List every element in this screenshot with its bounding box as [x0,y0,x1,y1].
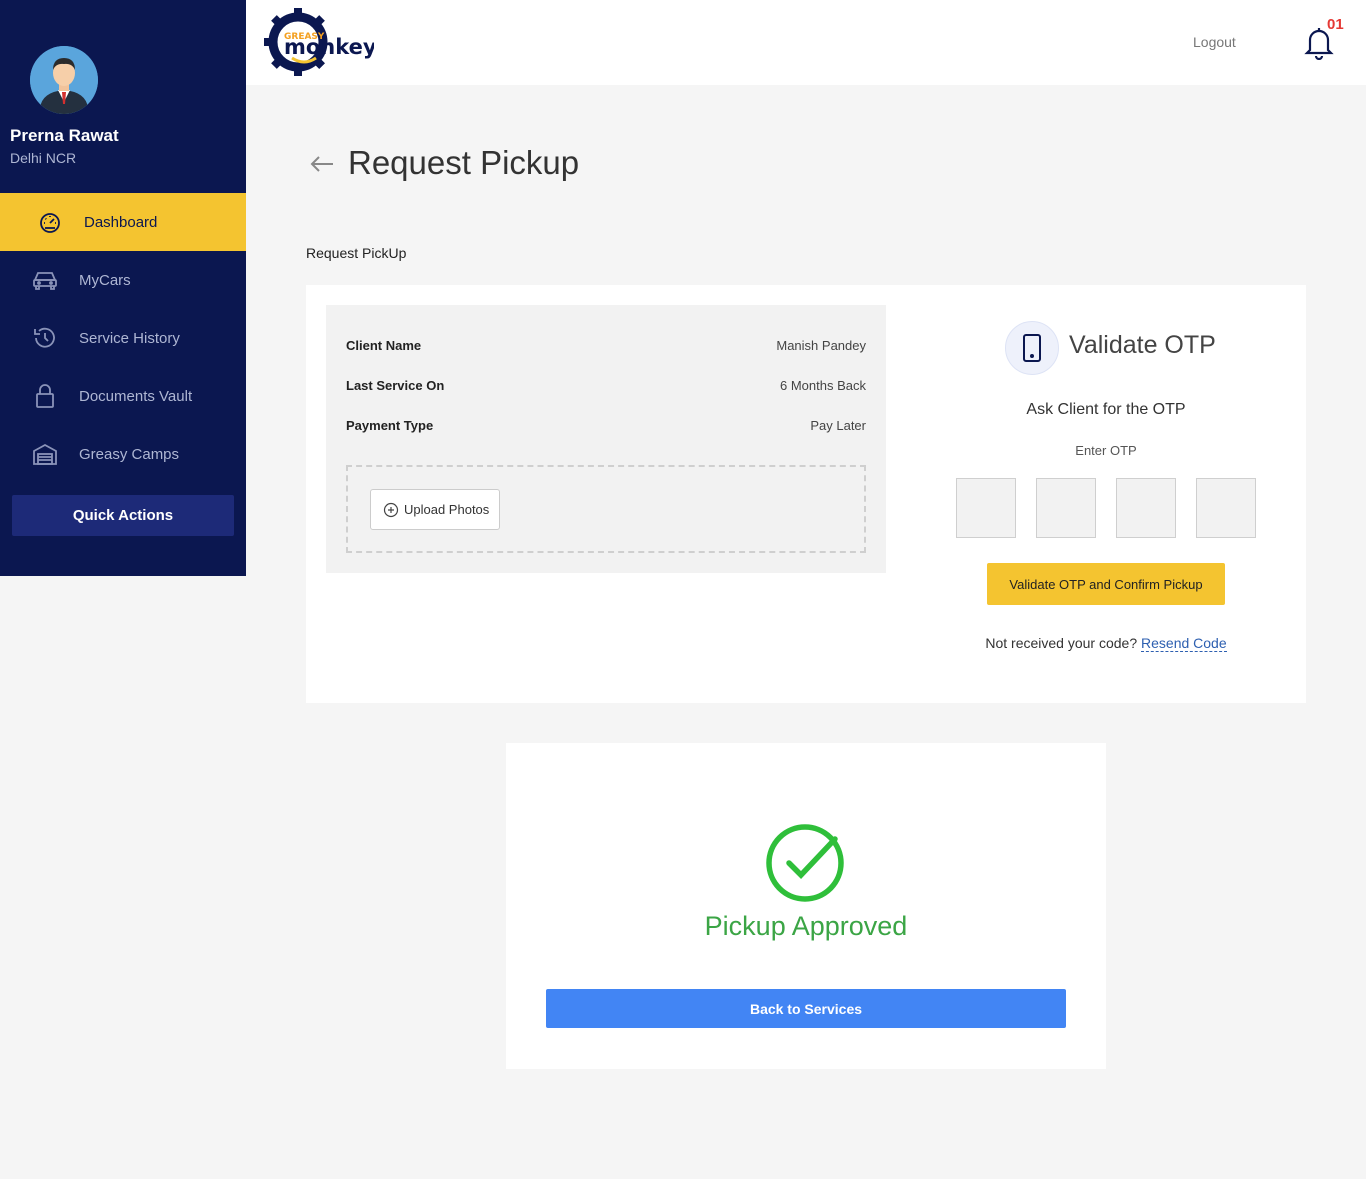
upload-dropzone[interactable]: Upload Photos [346,465,866,553]
section-label: Request PickUp [306,245,407,261]
sidebar-item-service-history[interactable]: Service History [0,309,246,367]
profile-name: Prerna Rawat [10,126,119,145]
otp-digit-input[interactable] [1116,478,1176,538]
sidebar-item-dashboard[interactable]: Dashboard [0,193,246,251]
enter-otp-label: Enter OTP [1075,443,1137,458]
info-label: Last Service On [346,378,445,393]
sidebar-item-documents-vault[interactable]: Documents Vault [0,367,246,425]
sidebar-item-label: Documents Vault [79,387,193,405]
upload-photos-button[interactable]: Upload Photos [370,489,501,530]
info-row-payment-type: Payment Type Pay Later [346,418,866,433]
logo-monkey-text: monkey [284,35,374,59]
info-label: Client Name [346,338,422,353]
info-row-last-service: Last Service On 6 Months Back [346,378,866,393]
otp-digit-input[interactable] [1196,478,1256,538]
otp-digit-input[interactable] [1036,478,1096,538]
validate-otp-title: Validate OTP [1069,331,1216,359]
greasy-monkey-logo[interactable]: GREASY monkey [264,8,377,76]
pickup-approved-message: Pickup Approved [704,911,908,941]
sidebar-item-greasy-camps[interactable]: Greasy Camps [0,425,246,483]
info-value: 6 Months Back [780,378,866,393]
page-title: Request Pickup [348,144,580,181]
back-arrow-icon[interactable] [308,150,336,178]
info-value: Manish Pandey [776,338,866,353]
info-label: Payment Type [346,418,434,433]
info-row-client-name: Client Name Manish Pandey [346,338,866,353]
sidebar-item-label: Service History [79,329,180,347]
avatar[interactable] [30,46,98,114]
resend-prompt: Not received your code? [985,635,1138,651]
check-circle-icon [765,821,847,903]
pickup-approved-card: Pickup Approved Back to Services [506,743,1106,1069]
client-info-panel: Client Name Manish Pandey Last Service O… [326,305,886,573]
notification-count-badge: 01 [1327,16,1344,33]
top-header: GREASY monkey Logout 01 [246,0,1366,85]
history-icon [31,324,59,352]
upload-photos-label: Upload Photos [404,502,490,517]
resend-code-link[interactable]: Resend Code [1141,635,1227,652]
validate-otp-button[interactable]: Validate OTP and Confirm Pickup [987,563,1225,605]
otp-digit-input[interactable] [956,478,1016,538]
plus-circle-icon [383,502,399,518]
sidebar: Prerna Rawat Delhi NCR Dashboard MyCars … [0,0,246,576]
request-pickup-card: Client Name Manish Pandey Last Service O… [306,285,1306,703]
car-icon [31,266,59,294]
quick-actions-button[interactable]: Quick Actions [12,495,234,536]
lock-icon [31,382,59,410]
info-value: Pay Later [810,418,866,433]
sidebar-item-label: MyCars [79,271,131,289]
sidebar-item-label: Dashboard [84,213,158,231]
resend-row: Not received your code? Resend Code [906,635,1306,652]
back-to-services-button[interactable]: Back to Services [546,989,1066,1028]
otp-instruction: Ask Client for the OTP [1026,401,1186,418]
profile-location: Delhi NCR [10,150,77,166]
logout-link[interactable]: Logout [1193,34,1236,50]
garage-icon [31,440,59,468]
speedometer-icon [36,208,64,236]
sidebar-item-mycars[interactable]: MyCars [0,251,246,309]
phone-icon [1005,321,1059,375]
sidebar-item-label: Greasy Camps [79,445,180,463]
